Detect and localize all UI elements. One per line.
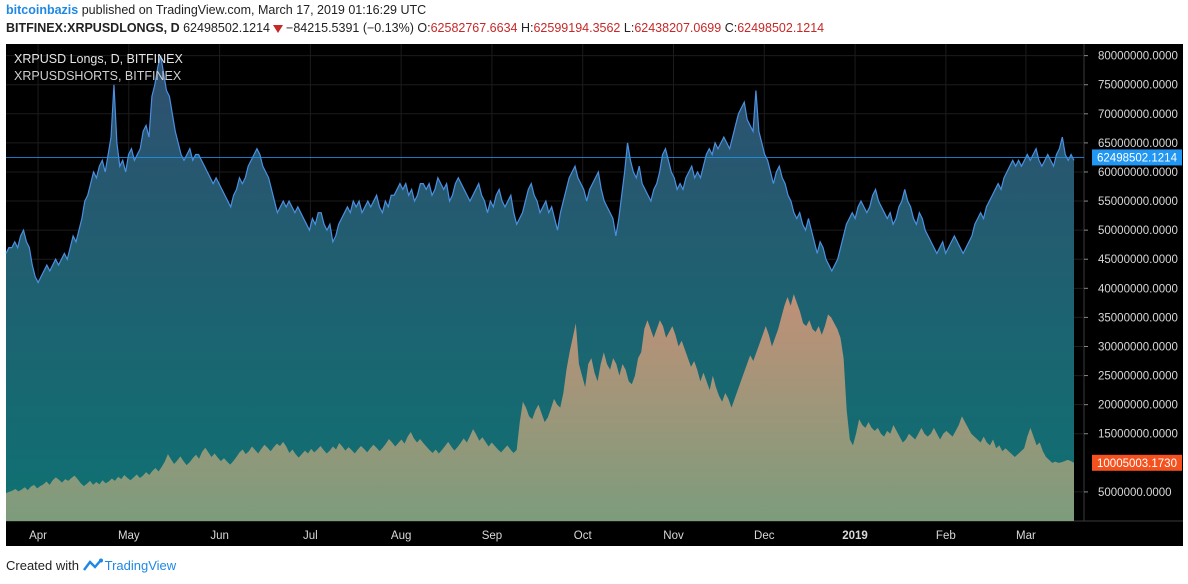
x-tick-label: Apr [29, 530, 47, 542]
y-tick-label: 15000000.0000 [1098, 429, 1178, 441]
x-tick-label: 2019 [842, 530, 868, 542]
y-tick-label: 20000000.0000 [1098, 400, 1178, 412]
y-tick-label: 25000000.0000 [1098, 371, 1178, 383]
chart[interactable]: 80000000.0000 75000000.0000 70000000.0000 6… [0, 0, 1188, 584]
footer: Created with TradingView [6, 558, 176, 573]
x-tick-label: Oct [574, 530, 593, 542]
y-tick-label: 70000000.0000 [1098, 109, 1178, 121]
y-tick-label: 40000000.0000 [1098, 283, 1178, 295]
y-tick-label: 30000000.0000 [1098, 341, 1178, 353]
legend-shorts: XRPUSDSHORTS, BITFINEX [14, 69, 182, 83]
x-tick-label: Feb [936, 530, 956, 542]
y-tick-label: 50000000.0000 [1098, 225, 1178, 237]
y-tick-label: 60000000.0000 [1098, 167, 1178, 179]
legend-longs: XRPUSD Longs, D, BITFINEX [14, 52, 183, 66]
footer-brand[interactable]: TradingView [105, 558, 177, 573]
footer-prefix: Created with [6, 558, 79, 573]
y-tick-label: 5000000.0000 [1098, 487, 1172, 499]
x-tick-label: May [118, 530, 140, 542]
tradingview-logo-icon [82, 558, 103, 571]
longs-last-badge: 62498502.1214 [1097, 152, 1178, 164]
y-tick-label: 55000000.0000 [1098, 196, 1178, 208]
x-tick-label: Jul [303, 530, 318, 542]
y-tick-label: 75000000.0000 [1098, 80, 1178, 92]
x-tick-label: Nov [663, 530, 684, 542]
y-tick-label: 65000000.0000 [1098, 138, 1178, 150]
y-tick-label: 80000000.0000 [1098, 51, 1178, 63]
y-tick-label: 35000000.0000 [1098, 312, 1178, 324]
x-tick-label: Mar [1016, 530, 1036, 542]
x-tick-label: Dec [754, 530, 775, 542]
x-tick-label: Aug [391, 530, 411, 542]
y-tick-label: 45000000.0000 [1098, 254, 1178, 266]
x-tick-label: Sep [482, 530, 502, 542]
x-tick-label: Jun [210, 530, 229, 542]
shorts-last-badge: 10005003.1730 [1097, 458, 1177, 470]
